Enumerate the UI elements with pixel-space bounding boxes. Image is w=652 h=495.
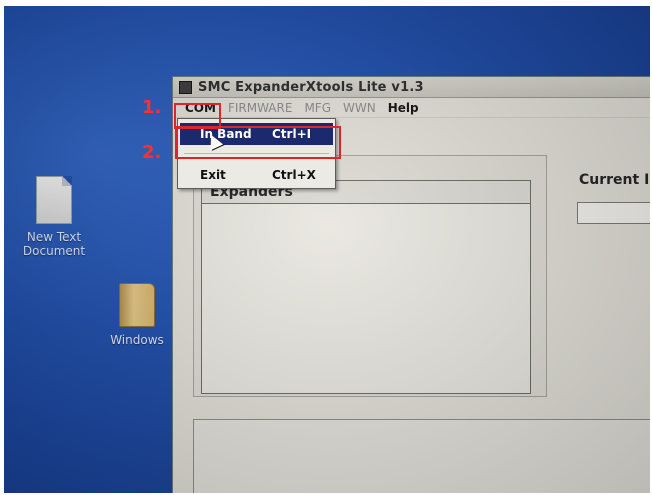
menu-item-exit[interactable]: Exit Ctrl+X [180,164,333,186]
app-icon [179,80,192,94]
text-document-icon [36,176,72,224]
current-interface-field [577,202,650,224]
desktop-icon-label: Windows [110,333,164,347]
menu-help[interactable]: Help [382,101,425,115]
step-2-label: 2. [142,142,162,163]
menu-firmware[interactable]: FIRMWARE [222,101,298,115]
window-title: SMC ExpanderXtools Lite v1.3 [198,79,424,95]
expanders-list[interactable]: Expanders [201,180,531,394]
screen-photo: New Text Document Windows SMC ExpanderXt… [4,6,650,493]
com-menu-dropdown: In Band Ctrl+I Exit Ctrl+X [177,118,336,189]
current-interface-label: Current Int [579,172,650,188]
menu-wwn[interactable]: WWN [337,101,382,115]
title-bar[interactable]: SMC ExpanderXtools Lite v1.3 [173,77,650,98]
desktop-icon-label: New Text Document [22,230,86,258]
folder-icon [119,283,155,327]
menu-separator [184,153,329,154]
menu-com[interactable]: COM [179,101,222,115]
desktop-icon-new-text-document[interactable]: New Text Document [14,176,94,258]
log-panel [193,419,650,493]
menu-item-shortcut: Ctrl+I [272,127,312,141]
menu-bar: COM FIRMWARE MFG WWN Help [173,98,650,118]
step-1-label: 1. [142,97,162,118]
menu-mfg[interactable]: MFG [298,101,337,115]
menu-item-shortcut: Ctrl+X [272,168,316,182]
desktop-icon-windows[interactable]: Windows [102,283,172,347]
app-window: SMC ExpanderXtools Lite v1.3 COM FIRMWAR… [172,76,650,493]
menu-item-label: Exit [200,168,226,182]
menu-item-in-band[interactable]: In Band Ctrl+I [180,123,333,145]
